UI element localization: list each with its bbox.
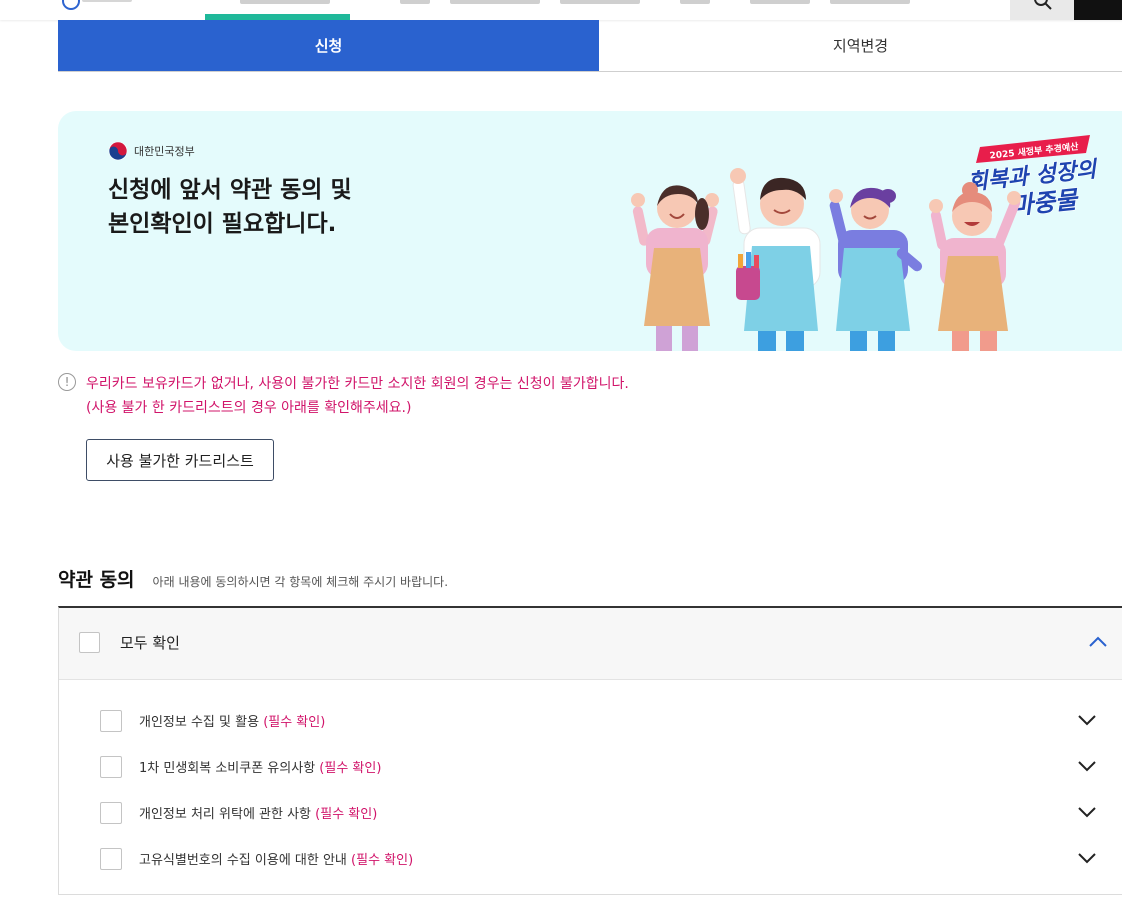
terms-item-row[interactable]: 고유식별번호의 수집 이용에 대한 안내 (필수 확인): [59, 836, 1122, 882]
person-1-illustration: [631, 185, 719, 351]
banner-title-line1: 신청에 앞서 약관 동의 및: [108, 177, 352, 203]
agree-all-checkbox[interactable]: [79, 632, 100, 653]
menu-button[interactable]: [1074, 0, 1122, 20]
required-badge: (필수 확인): [319, 761, 382, 776]
cheering-people-illustration: [631, 168, 1021, 351]
nav-item-4[interactable]: [560, 0, 640, 4]
tab-region-change[interactable]: 지역변경: [599, 20, 1122, 71]
terms-title: 약관 동의: [58, 569, 135, 591]
banner-title-line2: 본인확인이 필요합니다.: [108, 211, 337, 237]
person-3-illustration: [829, 187, 923, 351]
tab-bar: 신청 지역변경: [58, 20, 1122, 72]
chevron-down-icon[interactable]: [1077, 805, 1097, 819]
required-badge: (필수 확인): [263, 715, 326, 730]
banner-title: 신청에 앞서 약관 동의 및 본인확인이 필요합니다.: [108, 173, 428, 241]
top-navigation: [0, 0, 1122, 20]
required-badge: (필수 확인): [315, 807, 378, 822]
info-exclamation-icon: !: [58, 373, 76, 391]
terms-item-checkbox[interactable]: [100, 756, 122, 778]
person-2-illustration: [730, 168, 821, 351]
terms-item-checkbox[interactable]: [100, 848, 122, 870]
nav-item-6[interactable]: [750, 0, 810, 4]
required-badge: (필수 확인): [351, 853, 414, 868]
terms-item-checkbox[interactable]: [100, 710, 122, 732]
agree-all-row[interactable]: 모두 확인: [59, 608, 1122, 680]
search-button[interactable]: [1010, 0, 1074, 20]
nav-item-7[interactable]: [830, 0, 910, 4]
terms-item-row[interactable]: 개인정보 처리 위탁에 관한 사항 (필수 확인): [59, 790, 1122, 836]
notice-line1: 우리카드 보유카드가 없거나, 사용이 불가한 카드만 소지한 회원의 경우는 …: [86, 376, 629, 392]
intro-banner: 대한민국정부 신청에 앞서 약관 동의 및 본인확인이 필요합니다. 2025 …: [58, 111, 1122, 351]
government-logo: 대한민국정부: [108, 141, 195, 161]
agree-all-label[interactable]: 모두 확인: [120, 632, 180, 653]
notice-line2: (사용 불가 한 카드리스트의 경우 아래를 확인해주세요.): [86, 400, 412, 416]
terms-item-checkbox[interactable]: [100, 802, 122, 824]
nav-item-3[interactable]: [450, 0, 540, 4]
terms-item-label[interactable]: 개인정보 처리 위탁에 관한 사항 (필수 확인): [139, 803, 377, 822]
nav-item-2[interactable]: [400, 0, 430, 4]
terms-agreement-box: 모두 확인 개인정보 수집 및 활용 (필수 확인) 1차 민생회복 소비쿠폰 …: [58, 606, 1122, 895]
site-logo-icon[interactable]: [62, 0, 80, 10]
terms-item-label[interactable]: 1차 민생회복 소비쿠폰 유의사항 (필수 확인): [139, 757, 381, 776]
terms-description: 아래 내용에 동의하시면 각 항목에 체크해 주시기 바랍니다.: [152, 575, 449, 589]
chevron-down-icon[interactable]: [1077, 759, 1097, 773]
terms-item-label[interactable]: 개인정보 수집 및 활용 (필수 확인): [139, 711, 325, 730]
chevron-down-icon[interactable]: [1077, 713, 1097, 727]
unavailable-card-list-button[interactable]: 사용 불가한 카드리스트: [86, 439, 274, 481]
terms-header: 약관 동의 아래 내용에 동의하시면 각 항목에 체크해 주시기 바랍니다.: [58, 565, 448, 592]
terms-item-row[interactable]: 1차 민생회복 소비쿠폰 유의사항 (필수 확인): [59, 744, 1122, 790]
chevron-up-icon[interactable]: [1088, 634, 1108, 648]
government-name: 대한민국정부: [134, 145, 195, 158]
person-4-illustration: [929, 182, 1021, 351]
chevron-down-icon[interactable]: [1077, 851, 1097, 865]
terms-item-label[interactable]: 고유식별번호의 수집 이용에 대한 안내 (필수 확인): [139, 849, 413, 868]
tab-apply[interactable]: 신청: [58, 20, 599, 71]
site-logo-wordmark[interactable]: [82, 0, 132, 2]
search-icon: [1034, 0, 1052, 10]
taegeuk-emblem-icon: [108, 141, 128, 161]
notice-text: 우리카드 보유카드가 없거나, 사용이 불가한 카드만 소지한 회원의 경우는 …: [86, 372, 629, 420]
terms-item-row[interactable]: 개인정보 수집 및 활용 (필수 확인): [59, 698, 1122, 744]
nav-item-5[interactable]: [680, 0, 710, 4]
nav-item-1[interactable]: [240, 0, 330, 4]
